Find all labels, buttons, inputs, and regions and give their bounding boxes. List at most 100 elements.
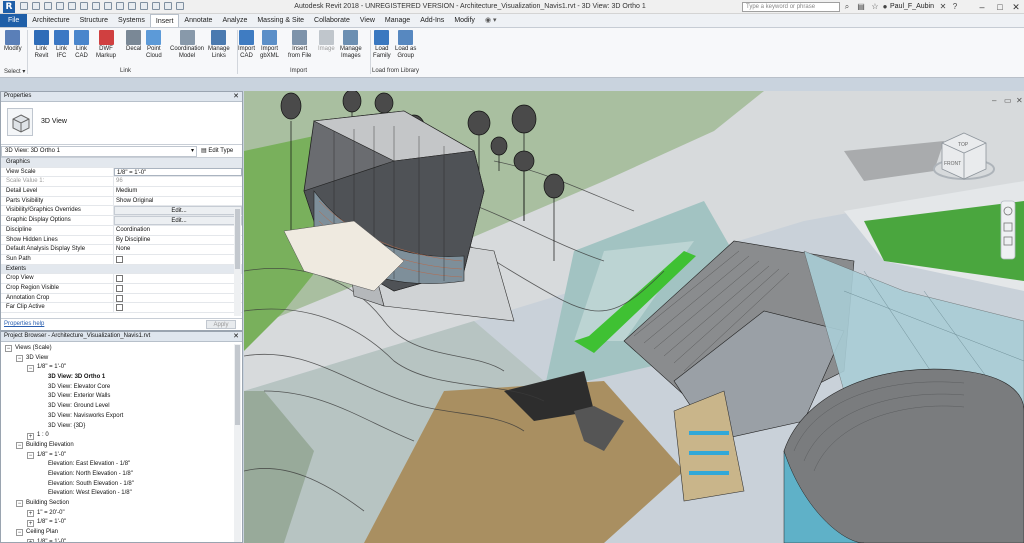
star-icon[interactable]: ☆ (870, 2, 880, 12)
tab-view[interactable]: View (355, 14, 380, 27)
browser-node[interactable]: Elevation: East Elevation - 1/8" (1, 460, 242, 470)
browser-node[interactable]: 3D View: Exterior Walls (1, 392, 242, 402)
image-button[interactable]: Image (318, 30, 335, 53)
close-view-icon[interactable]: ✕ (1016, 96, 1023, 105)
navigation-bar[interactable] (1000, 200, 1016, 260)
insert-from-file-button[interactable]: Insert from File (288, 30, 311, 60)
dimension-icon[interactable] (104, 2, 112, 10)
property-checkbox[interactable] (114, 294, 242, 303)
tab-structure[interactable]: Structure (75, 14, 113, 27)
browser-node[interactable]: 3D View: Navisworks Export (1, 412, 242, 422)
manage-links-button[interactable]: Manage Links (208, 30, 230, 60)
property-group[interactable]: Graphics (1, 158, 242, 168)
browser-node[interactable]: +1/8" = 1'-0" (1, 518, 242, 528)
import-gbxml-button[interactable]: Import gbXML (260, 30, 279, 60)
load-as-group-button[interactable]: Load as Group (395, 30, 416, 60)
property-value[interactable]: 1/8" = 1'-0" (114, 167, 242, 177)
expand-icon[interactable]: + (27, 510, 34, 518)
tab-collaborate[interactable]: Collaborate (309, 14, 355, 27)
user-name[interactable]: Paul_F_Aubin (890, 3, 934, 10)
collapse-icon[interactable]: − (27, 451, 34, 459)
help-icon[interactable]: ? (950, 2, 960, 12)
open-icon[interactable] (20, 2, 28, 10)
close-icon[interactable]: ✕ (1010, 1, 1022, 13)
measure-icon[interactable] (92, 2, 100, 10)
browser-node[interactable]: − Ceiling Plan (1, 528, 242, 538)
manage-images-button[interactable]: Manage Images (340, 30, 362, 60)
search-input[interactable]: Type a keyword or phrase (742, 2, 840, 12)
revit-logo[interactable]: R (3, 1, 15, 13)
section-icon[interactable] (140, 2, 148, 10)
collapse-icon[interactable]: − (16, 500, 23, 508)
property-value[interactable]: Coordination (114, 226, 242, 235)
load-family-button[interactable]: Load Family (373, 30, 391, 60)
properties-help-link[interactable]: Properties help (4, 321, 44, 327)
checkbox[interactable] (116, 284, 123, 292)
expand-icon[interactable]: + (27, 539, 34, 542)
browser-node[interactable]: 3D View: 3D Ortho 1 (1, 373, 242, 383)
property-value[interactable]: Show Original (114, 197, 242, 206)
property-value[interactable]: None (114, 245, 242, 254)
property-value[interactable]: By Discipline (114, 236, 242, 245)
restore-view-icon[interactable]: ▭ (1004, 96, 1012, 105)
minimize-icon[interactable]: – (976, 1, 988, 13)
link-revit-button[interactable]: Link Revit (34, 30, 49, 60)
user-icon[interactable]: ● (880, 2, 890, 12)
type-selector[interactable]: 3D View (1, 102, 242, 145)
checkbox[interactable] (116, 255, 123, 263)
minimize-view-icon[interactable]: – (992, 96, 996, 105)
link-ifc-button[interactable]: Link IFC (54, 30, 69, 60)
checkbox[interactable] (116, 294, 123, 302)
browser-node[interactable]: −1/8" = 1'-0" (1, 451, 242, 461)
link-cad-button[interactable]: Link CAD (74, 30, 89, 60)
property-value[interactable]: Medium (114, 187, 242, 196)
browser-node[interactable]: Elevation: North Elevation - 1/8" (1, 470, 242, 480)
browser-scrollbar[interactable] (234, 344, 241, 542)
sync-icon[interactable] (44, 2, 52, 10)
point-cloud-button[interactable]: Point Cloud (146, 30, 162, 60)
expand-icon[interactable]: + (27, 519, 34, 527)
collapse-icon[interactable]: − (16, 529, 23, 537)
close-hidden-icon[interactable] (164, 2, 172, 10)
thin-lines-icon[interactable] (152, 2, 160, 10)
coordination-model-button[interactable]: Coordination Model (170, 30, 204, 60)
viewcube-front-label[interactable]: FRONT (944, 161, 961, 167)
import-cad-button[interactable]: Import CAD (238, 30, 255, 60)
print-icon[interactable] (80, 2, 88, 10)
search-icon[interactable]: ⌕ (842, 2, 852, 12)
dwf-markup-button[interactable]: DWF Markup (96, 30, 116, 60)
property-checkbox[interactable] (114, 255, 242, 264)
tab-annotate[interactable]: Annotate (179, 14, 217, 27)
edit-button[interactable]: Edit... (114, 216, 242, 225)
collapse-icon[interactable]: − (27, 364, 34, 372)
tab-manage[interactable]: Manage (380, 14, 415, 27)
edit-type-button[interactable]: ▤ Edit Type (201, 146, 233, 156)
apply-button[interactable]: Apply (206, 320, 236, 329)
decal-button[interactable]: Decal (126, 30, 141, 53)
tab-massing-site[interactable]: Massing & Site (252, 14, 309, 27)
exchange-icon[interactable]: ✕ (938, 2, 948, 12)
expand-icon[interactable]: + (27, 432, 34, 440)
tab-systems[interactable]: Systems (113, 14, 150, 27)
close-icon[interactable]: ✕ (233, 332, 239, 341)
checkbox[interactable] (116, 275, 123, 283)
property-group[interactable]: Extents (1, 264, 242, 275)
browser-node[interactable]: − Views (Scale) (1, 344, 242, 354)
browser-node[interactable]: 3D View: {3D} (1, 422, 242, 432)
collapse-icon[interactable]: − (16, 442, 23, 450)
browser-node[interactable]: +1" = 20'-0" (1, 509, 242, 519)
close-icon[interactable]: ✕ (233, 92, 239, 101)
browser-node[interactable]: Elevation: West Elevation - 1/8" (1, 489, 242, 499)
checkbox[interactable] (116, 304, 123, 312)
browser-node[interactable]: Elevation: South Elevation - 1/8" (1, 480, 242, 490)
property-checkbox[interactable] (114, 284, 242, 293)
browser-node[interactable]: 3D View: Elevator Core (1, 383, 242, 393)
modify-button[interactable]: Modify (4, 30, 22, 53)
default-3d-view-icon[interactable] (128, 2, 136, 10)
tab-insert[interactable]: Insert (149, 14, 180, 27)
drawing-area[interactable]: TOP FRONT – ▭ ✕ (244, 91, 1024, 543)
browser-node[interactable]: − Building Elevation (1, 441, 242, 451)
redo-icon[interactable] (68, 2, 76, 10)
browser-node[interactable]: 3D View: Ground Level (1, 402, 242, 412)
save-icon[interactable] (32, 2, 40, 10)
